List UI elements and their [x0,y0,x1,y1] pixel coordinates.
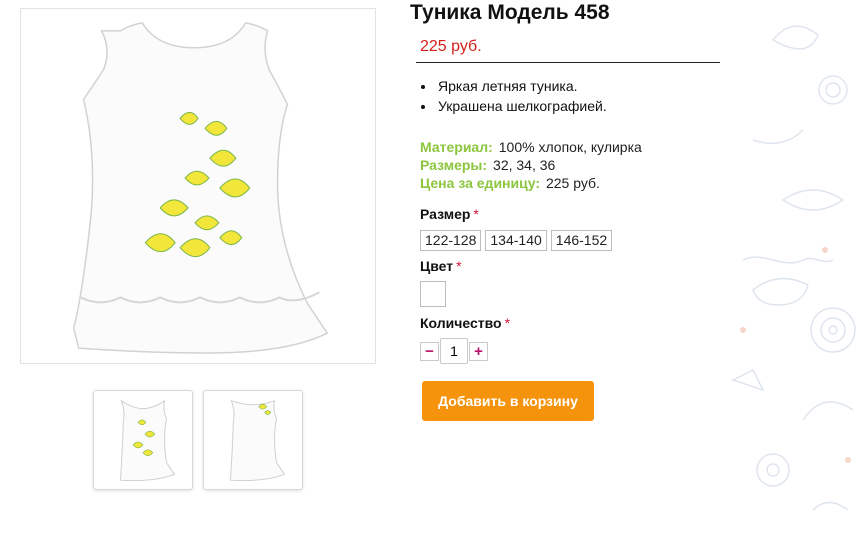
product-specs: Материал: 100% хлопок, кулирка Размеры: 32… [420,138,642,192]
spec-label: Цена за единицу: [420,175,540,191]
quantity-increase-button[interactable]: + [469,341,488,361]
quantity-decrease-button[interactable]: − [420,341,439,361]
size-options: 122-128 134-140 146-152 [420,230,613,251]
spec-unit-price: Цена за единицу: 225 руб. [420,174,642,192]
spec-material: Материал: 100% хлопок, кулирка [420,138,642,156]
spec-label: Материал: [420,139,493,155]
feature-list: Яркая летняя туника. Украшена шелкографи… [420,76,607,116]
spec-sizes: Размеры: 32, 34, 36 [420,156,642,174]
spec-value: 100% хлопок, кулирка [498,139,642,155]
color-swatch-white[interactable] [420,281,446,307]
product-main-image[interactable] [20,8,376,364]
feature-item: Яркая летняя туника. [436,76,607,96]
color-label: Цвет * [420,258,462,274]
size-option-134-140[interactable]: 134-140 [485,230,547,251]
tunic-front-thumb [119,399,176,482]
required-mark: * [456,258,462,274]
background-pattern [731,25,856,511]
size-option-122-128[interactable]: 122-128 [420,230,482,251]
tunic-back-thumb [229,400,286,482]
thumbnail-front[interactable] [93,390,193,490]
quantity-stepper: − + [420,338,488,364]
size-option-146-152[interactable]: 146-152 [550,230,613,251]
quantity-label: Количество * [420,315,510,331]
spec-value: 32, 34, 36 [493,157,556,173]
product-price: 225 руб. [420,38,482,55]
required-mark: * [504,315,511,331]
tunic-front-image [72,22,329,354]
spec-value: 225 руб. [545,175,600,191]
feature-item: Украшена шелкографией. [436,96,607,116]
price-divider [416,62,720,63]
required-mark: * [473,206,479,222]
color-label-text: Цвет [420,258,454,274]
quantity-input[interactable] [440,338,468,364]
add-to-cart-button[interactable]: Добавить в корзину [422,381,594,421]
thumbnail-back[interactable] [203,390,303,490]
product-title: Туника Модель 458 [410,1,610,24]
spec-label: Размеры: [420,157,488,173]
size-label: Размер * [420,206,479,222]
quantity-label-text: Количество [420,315,502,331]
size-label-text: Размер [420,206,471,222]
